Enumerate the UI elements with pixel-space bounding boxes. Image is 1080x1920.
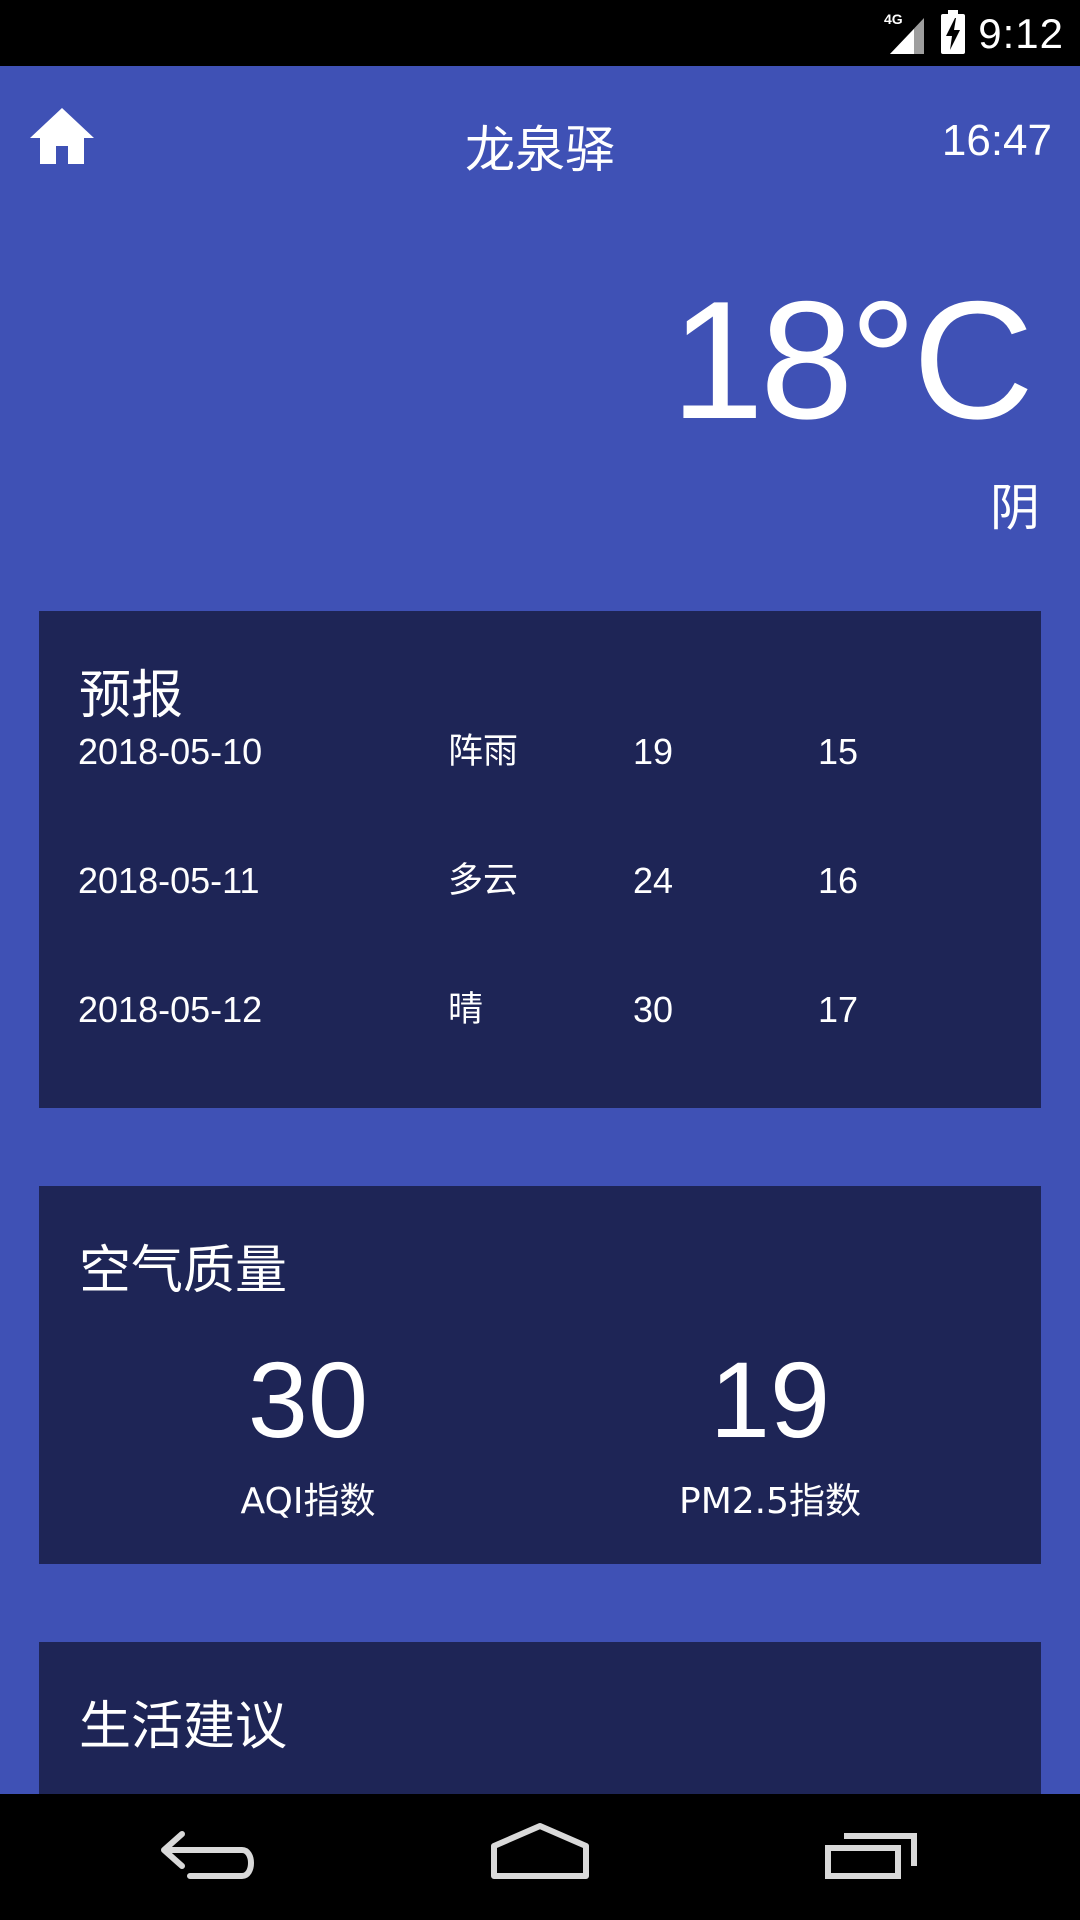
screen: 4G 9:12 龙泉驿 16:47 18°C 阴 预报 2018-05-10 阵… (0, 0, 1080, 1920)
forecast-row: 2018-05-11 多云 24 16 (39, 851, 1041, 911)
status-bar: 4G 9:12 (0, 0, 1080, 66)
recents-button[interactable] (810, 1822, 930, 1892)
app-header: 龙泉驿 16:47 (0, 66, 1080, 216)
signal-4g-icon: 4G (884, 10, 928, 58)
back-button[interactable] (150, 1822, 270, 1892)
city-name: 龙泉驿 (465, 121, 615, 179)
current-condition: 阴 (990, 479, 1040, 537)
forecast-max: 30 (633, 989, 674, 1030)
forecast-date: 2018-05-12 (78, 989, 263, 1030)
navigation-bar (0, 1794, 1080, 1920)
back-icon (161, 1831, 254, 1879)
aqi-title: 空气质量 (79, 1241, 288, 1301)
suggestion-card: 生活建议 (39, 1642, 1041, 1794)
forecast-date: 2018-05-10 (78, 731, 263, 772)
forecast-info: 多云 (448, 861, 519, 901)
update-time: 16:47 (941, 116, 1052, 165)
forecast-max: 24 (633, 860, 674, 901)
aqi-label: AQI指数 (240, 1481, 376, 1522)
forecast-info: 阵雨 (448, 732, 519, 772)
battery-charging-icon (940, 10, 966, 58)
suggestion-title: 生活建议 (79, 1697, 288, 1757)
current-temperature: 18°C (670, 266, 1034, 454)
forecast-date: 2018-05-11 (78, 860, 260, 901)
forecast-row: 2018-05-10 阵雨 19 15 (39, 722, 1041, 782)
aqi-value: 30 (247, 1339, 369, 1460)
aqi-card: 空气质量 30 AQI指数 19 PM2.5指数 (39, 1186, 1041, 1564)
forecast-min: 17 (818, 989, 859, 1030)
recents-icon (825, 1833, 917, 1879)
pm25-value: 19 (709, 1339, 831, 1460)
weather-app: 龙泉驿 16:47 18°C 阴 预报 2018-05-10 阵雨 19 15 … (0, 66, 1080, 1794)
forecast-row: 2018-05-12 晴 30 17 (39, 980, 1041, 1040)
forecast-card: 预报 2018-05-10 阵雨 19 15 2018-05-11 多云 24 … (39, 611, 1041, 1108)
status-time: 9:12 (978, 10, 1064, 57)
home-outline-icon (491, 1823, 589, 1879)
pm25-block: 19 PM2.5指数 (570, 1346, 970, 1524)
pm25-label: PM2.5指数 (678, 1481, 862, 1522)
svg-text:4G: 4G (884, 11, 903, 27)
status-icons: 4G 9:12 (884, 6, 1064, 62)
aqi-block: 30 AQI指数 (108, 1346, 508, 1524)
home-nav-button[interactable] (480, 1822, 600, 1892)
forecast-min: 15 (818, 731, 859, 772)
forecast-min: 16 (818, 860, 859, 901)
forecast-title: 预报 (79, 666, 184, 726)
forecast-max: 19 (633, 731, 674, 772)
forecast-info: 晴 (448, 990, 484, 1030)
